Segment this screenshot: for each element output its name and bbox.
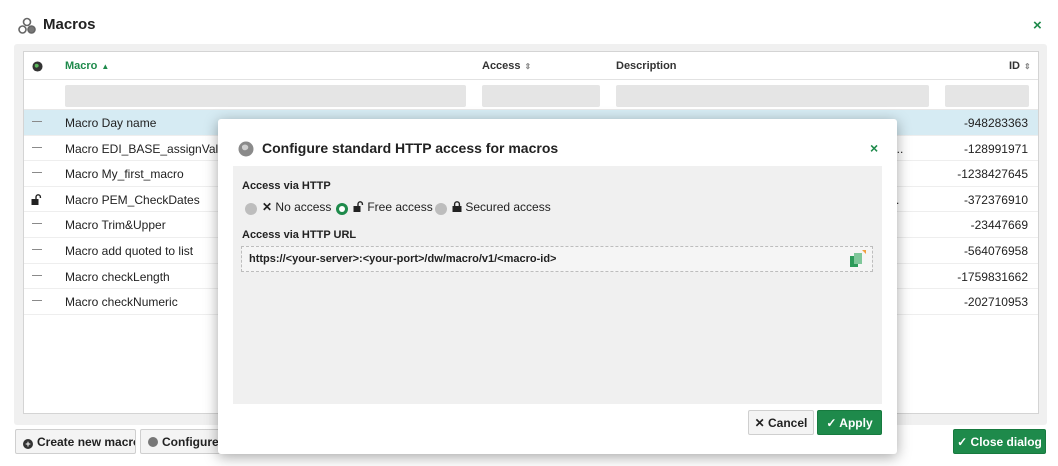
- unlock-icon: [353, 201, 364, 212]
- unlock-icon: [31, 193, 42, 205]
- no-access-dash: [32, 300, 42, 302]
- http-access-dialog: Configure standard HTTP access for macro…: [218, 119, 897, 454]
- x-icon: ✕: [754, 415, 765, 430]
- copy-icon[interactable]: [846, 250, 866, 270]
- no-access-dash: [32, 121, 42, 122]
- create-macro-label: Create new macro: [37, 434, 136, 449]
- secured-access-option[interactable]: Secured access: [452, 200, 551, 214]
- http-url-field[interactable]: https://<your-server>:<your-port>/dw/mac…: [241, 246, 873, 272]
- lock-icon: [452, 201, 462, 212]
- app-header: Macros ×: [0, 0, 1058, 44]
- macro-id: -128991971: [963, 141, 1028, 156]
- no-access-dash: [32, 223, 42, 225]
- table-header: Macro ▲ Access ⇕ Description ID ⇕: [24, 52, 1038, 80]
- secured-access-label: Secured access: [465, 200, 551, 214]
- dialog-title: Configure standard HTTP access for macro…: [262, 140, 559, 156]
- macro-name: Macro EDI_BASE_assignValueT: [65, 141, 239, 156]
- column-label-access: Access: [482, 60, 521, 72]
- macro-name: Macro Day name: [65, 116, 157, 130]
- macro-name: Macro add quoted to list: [65, 244, 194, 258]
- page-title: Macros: [43, 16, 96, 33]
- macro-name: Macro Trim&Upper: [65, 218, 166, 233]
- column-header-access[interactable]: Access ⇕: [482, 60, 531, 72]
- globe-icon: [238, 141, 254, 157]
- plus-icon: +: [23, 438, 33, 449]
- sort-icon: ⇕: [524, 62, 532, 71]
- cancel-label: Cancel: [768, 415, 808, 430]
- macro-id: -202710953: [963, 295, 1028, 310]
- id-filter-input[interactable]: [945, 85, 1029, 107]
- no-access-dash: [32, 146, 42, 148]
- close-icon[interactable]: ×: [1033, 18, 1042, 34]
- macro-filter-input[interactable]: [65, 85, 466, 107]
- description-filter-input[interactable]: [616, 85, 929, 107]
- configure-http-button[interactable]: Configure standard HTTP access: [140, 429, 230, 454]
- macro-id: -564076958: [963, 244, 1028, 258]
- close-dialog-label: Close dialog: [970, 434, 1042, 449]
- apply-button[interactable]: ✓ Apply: [817, 410, 882, 435]
- secured-access-radio[interactable]: [435, 203, 447, 215]
- no-access-dash: [32, 249, 42, 250]
- no-access-dash: [32, 172, 42, 174]
- no-access-dash: [32, 274, 42, 276]
- column-header-description[interactable]: Description: [616, 60, 677, 72]
- macro-name: Macro checkLength: [65, 269, 170, 284]
- check-icon: ✓: [826, 415, 837, 430]
- free-access-radio[interactable]: [336, 203, 348, 215]
- globe-icon: [148, 436, 158, 447]
- no-access-option[interactable]: ✕ No access: [262, 200, 331, 214]
- column-label-id: ID: [1009, 60, 1020, 72]
- macro-name: Macro checkNumeric: [65, 295, 178, 310]
- macro-name: Macro My_first_macro: [65, 167, 184, 182]
- column-header-macro[interactable]: Macro ▲: [65, 60, 109, 72]
- close-dialog-button[interactable]: ✓ Close dialog: [953, 429, 1046, 454]
- cancel-button[interactable]: ✕ Cancel: [748, 410, 814, 435]
- column-header-id[interactable]: ID ⇕: [1009, 60, 1031, 72]
- sort-icon: ⇕: [1024, 62, 1031, 71]
- http-url-value: https://<your-server>:<your-port>/dw/mac…: [249, 253, 557, 265]
- sort-ascending-icon: ▲: [101, 62, 110, 71]
- column-label-macro: Macro: [65, 60, 98, 72]
- macros-logo-icon: [18, 17, 36, 34]
- free-access-label: Free access: [367, 200, 433, 214]
- macro-id: -1759831662: [957, 269, 1028, 284]
- no-access-label: No access: [275, 200, 332, 214]
- filter-row: [24, 80, 1038, 110]
- macro-id: -1238427645: [957, 167, 1028, 182]
- access-via-http-label: Access via HTTP: [242, 180, 331, 192]
- dialog-close-icon[interactable]: ×: [870, 141, 878, 155]
- x-icon: ✕: [262, 200, 273, 214]
- apply-label: Apply: [839, 415, 873, 430]
- macro-id: -23447669: [970, 218, 1028, 233]
- macro-id: -948283363: [963, 116, 1028, 130]
- check-icon: ✓: [957, 434, 968, 449]
- free-access-option[interactable]: Free access: [353, 200, 433, 214]
- macro-id: -372376910: [963, 192, 1028, 207]
- create-macro-button[interactable]: + Create new macro: [15, 429, 136, 454]
- http-url-label: Access via HTTP URL: [242, 229, 357, 241]
- macro-name: Macro PEM_CheckDates: [65, 192, 200, 207]
- no-access-radio[interactable]: [245, 203, 257, 215]
- access-filter-input[interactable]: [482, 85, 600, 107]
- globe-icon: [32, 61, 43, 72]
